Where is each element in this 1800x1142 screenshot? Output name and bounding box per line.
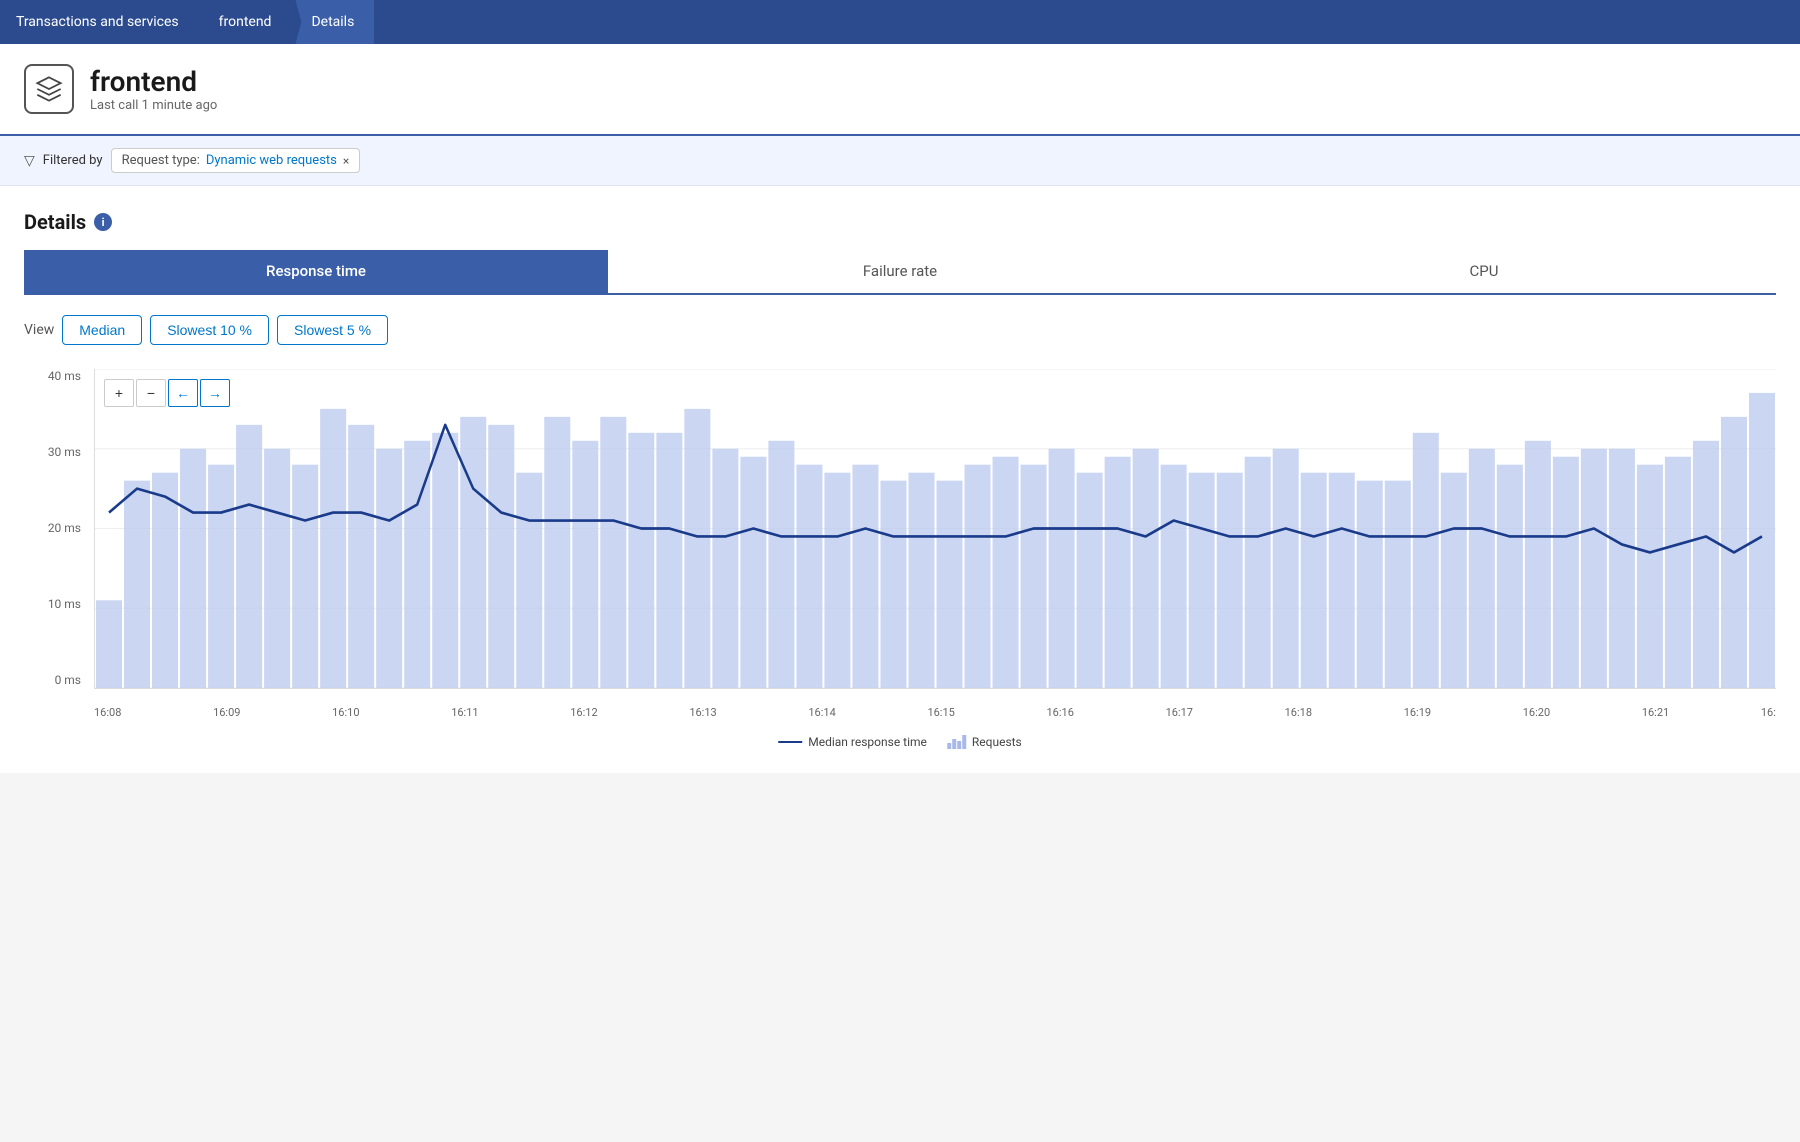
- breadcrumb-nav: Transactions and services frontend Detai…: [0, 0, 1800, 44]
- x-label-1616: 16:16: [1047, 706, 1074, 719]
- legend-bar-item: Requests: [947, 735, 1022, 749]
- view-selector: View Median Slowest 10 % Slowest 5 %: [24, 315, 1776, 345]
- main-content: Details i Response time Failure rate CPU…: [0, 186, 1800, 773]
- chart-legend: Median response time Requests: [778, 735, 1022, 749]
- x-label-1609: 16:09: [213, 706, 240, 719]
- y-label-40: 40 ms: [24, 369, 89, 383]
- view-slowest5-button[interactable]: Slowest 5 %: [277, 315, 388, 345]
- zoom-out-button[interactable]: −: [136, 379, 166, 407]
- filter-tag-key: Request type:: [122, 153, 200, 168]
- x-label-1613: 16:13: [689, 706, 716, 719]
- y-label-10: 10 ms: [24, 597, 89, 611]
- y-label-30: 30 ms: [24, 445, 89, 459]
- x-label-1610: 16:10: [332, 706, 359, 719]
- y-axis: 0 ms 10 ms 20 ms 30 ms 40 ms: [24, 369, 89, 689]
- y-label-20: 20 ms: [24, 521, 89, 535]
- filter-tag-value: Dynamic web requests: [206, 153, 337, 168]
- view-median-button[interactable]: Median: [62, 315, 142, 345]
- filter-bar: ▽ Filtered by Request type: Dynamic web …: [0, 136, 1800, 186]
- chart-svg-area: [94, 369, 1776, 689]
- tab-bar: Response time Failure rate CPU: [24, 250, 1776, 295]
- zoom-in-button[interactable]: +: [104, 379, 134, 407]
- details-title: Details: [24, 210, 86, 234]
- y-label-0: 0 ms: [24, 673, 89, 687]
- service-name: frontend: [90, 65, 217, 98]
- chart-container: 0 ms 10 ms 20 ms 30 ms 40 ms + − ← →: [24, 369, 1776, 749]
- service-icon: [24, 64, 74, 114]
- pan-left-button[interactable]: ←: [168, 379, 198, 407]
- legend-bar-label: Requests: [972, 735, 1022, 749]
- x-label-1619: 16:19: [1404, 706, 1431, 719]
- info-icon[interactable]: i: [94, 213, 112, 231]
- service-title: frontend Last call 1 minute ago: [90, 65, 217, 113]
- legend-line-label: Median response time: [808, 735, 927, 749]
- tab-response-time[interactable]: Response time: [24, 250, 608, 295]
- x-label-1608: 16:08: [94, 706, 121, 719]
- x-label-1621: 16:21: [1642, 706, 1669, 719]
- legend-line-item: Median response time: [778, 735, 927, 749]
- filter-icon: ▽: [24, 153, 35, 169]
- x-label-1620: 16:20: [1523, 706, 1550, 719]
- page-header: frontend Last call 1 minute ago: [0, 44, 1800, 136]
- breadcrumb-details[interactable]: Details: [291, 0, 374, 44]
- view-label: View: [24, 322, 54, 338]
- chart-visualization: [95, 369, 1776, 688]
- tab-failure-rate[interactable]: Failure rate: [608, 250, 1192, 295]
- x-label-1614: 16:14: [808, 706, 835, 719]
- x-label-1612: 16:12: [570, 706, 597, 719]
- last-call: Last call 1 minute ago: [90, 98, 217, 113]
- breadcrumb-transactions[interactable]: Transactions and services: [0, 0, 199, 44]
- pan-right-button[interactable]: →: [200, 379, 230, 407]
- filter-prefix: Filtered by: [43, 153, 103, 168]
- tab-cpu[interactable]: CPU: [1192, 250, 1776, 295]
- x-label-1615: 16:15: [927, 706, 954, 719]
- breadcrumb-frontend[interactable]: frontend: [199, 0, 292, 44]
- x-label-1617: 16:17: [1166, 706, 1193, 719]
- legend-line-indicator: [778, 741, 802, 743]
- filter-tag[interactable]: Request type: Dynamic web requests ×: [111, 148, 361, 173]
- x-label-1618: 16:18: [1285, 706, 1312, 719]
- x-label-last: 16:: [1761, 706, 1776, 719]
- legend-bar-indicator: [947, 735, 966, 749]
- zoom-controls: + − ← →: [104, 379, 230, 407]
- x-axis: 16:08 16:09 16:10 16:11 16:12 16:13 16:1…: [94, 706, 1776, 719]
- details-header: Details i: [24, 210, 1776, 234]
- filter-close-button[interactable]: ×: [343, 154, 349, 168]
- view-slowest10-button[interactable]: Slowest 10 %: [150, 315, 269, 345]
- x-label-1611: 16:11: [451, 706, 478, 719]
